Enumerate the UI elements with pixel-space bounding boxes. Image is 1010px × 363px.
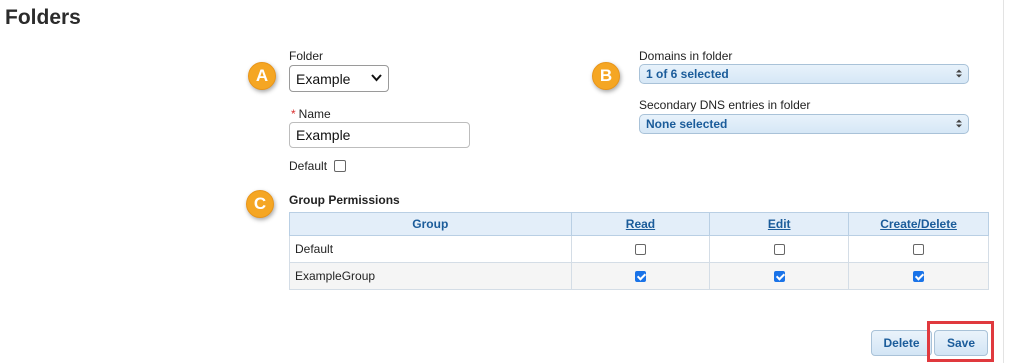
create-delete-checkbox[interactable] (913, 271, 925, 283)
table-row: ExampleGroup (289, 262, 989, 290)
default-checkbox[interactable] (334, 160, 347, 172)
folder-label: Folder (289, 49, 324, 63)
annotation-badge-a: A (248, 62, 276, 90)
name-input[interactable] (289, 122, 470, 148)
group-name-cell: ExampleGroup (289, 262, 572, 290)
folder-select-value: Example (296, 70, 351, 87)
page-divider (1003, 0, 1004, 363)
secondary-dns-label: Secondary DNS entries in folder (639, 98, 811, 112)
create-delete-checkbox[interactable] (913, 244, 925, 256)
table-row: Default (289, 235, 989, 263)
required-marker: * (291, 107, 296, 121)
column-header-read[interactable]: Read (570, 212, 711, 236)
default-label: Default (289, 159, 328, 173)
column-header-create-delete[interactable]: Create/Delete (848, 212, 989, 236)
group-permissions-table: Group Read Edit Create/Delete Default Ex… (289, 212, 989, 290)
annotation-badge-b: B (592, 62, 620, 90)
secondary-dns-multiselect[interactable]: None selected (639, 114, 969, 134)
chevron-down-icon (371, 73, 382, 85)
default-field: Default (289, 159, 347, 173)
domains-multiselect[interactable]: 1 of 6 selected (639, 64, 969, 84)
group-name-cell: Default (289, 235, 572, 263)
domains-multiselect-value: 1 of 6 selected (646, 67, 729, 81)
up-down-arrows-icon (956, 69, 962, 79)
annotation-badge-c: C (246, 190, 274, 218)
name-label-text: Name (298, 107, 331, 121)
up-down-arrows-icon (956, 119, 962, 129)
read-checkbox[interactable] (634, 244, 646, 256)
table-header-row: Group Read Edit Create/Delete (289, 212, 989, 236)
edit-checkbox[interactable] (773, 271, 785, 283)
delete-button[interactable]: Delete (871, 330, 932, 356)
group-permissions-title: Group Permissions (289, 193, 400, 207)
name-label: * Name (291, 107, 331, 121)
secondary-dns-multiselect-value: None selected (646, 117, 728, 131)
folder-select[interactable]: Example (289, 65, 389, 92)
page-title: Folders (5, 6, 81, 29)
read-checkbox[interactable] (634, 271, 646, 283)
column-header-edit[interactable]: Edit (709, 212, 850, 236)
domains-label: Domains in folder (639, 49, 733, 63)
edit-checkbox[interactable] (773, 244, 785, 256)
column-header-group: Group (289, 212, 572, 236)
save-highlight-box (927, 321, 994, 362)
